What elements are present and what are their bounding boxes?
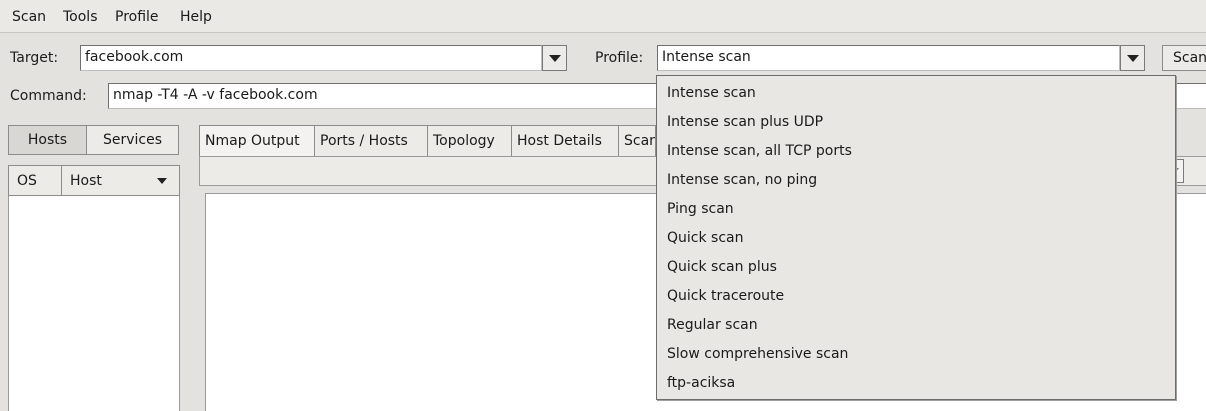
menu-scan[interactable]: Scan bbox=[12, 9, 46, 25]
menu-help[interactable]: Help bbox=[180, 9, 212, 25]
hosts-tab[interactable]: Hosts bbox=[8, 125, 87, 155]
tab-nmap-output[interactable]: Nmap Output bbox=[199, 125, 315, 156]
profile-option-ftp-aciksa[interactable]: ftp-aciksa bbox=[667, 375, 735, 391]
scan-button[interactable]: Scan bbox=[1162, 45, 1206, 71]
host-column-label: Host bbox=[70, 172, 102, 189]
target-label: Target: bbox=[10, 50, 59, 66]
target-input[interactable]: facebook.com bbox=[80, 45, 542, 71]
profile-option-intense-scan[interactable]: Intense scan bbox=[667, 85, 756, 101]
profile-option-slow-comprehensive-scan[interactable]: Slow comprehensive scan bbox=[667, 346, 848, 362]
profile-label: Profile: bbox=[595, 50, 644, 66]
profile-option-ping-scan[interactable]: Ping scan bbox=[667, 201, 734, 217]
services-tab[interactable]: Services bbox=[86, 125, 179, 155]
profile-option-quick-scan-plus[interactable]: Quick scan plus bbox=[667, 259, 777, 275]
profile-option-intense-scan-plus-udp[interactable]: Intense scan plus UDP bbox=[667, 114, 823, 130]
target-dropdown-button[interactable] bbox=[542, 45, 567, 71]
tab-host-details[interactable]: Host Details bbox=[511, 125, 619, 156]
host-list[interactable] bbox=[8, 165, 180, 411]
profile-dropdown-button[interactable] bbox=[1120, 45, 1145, 71]
profile-option-intense-scan-no-ping[interactable]: Intense scan, no ping bbox=[667, 172, 817, 188]
profile-input[interactable]: Intense scan bbox=[657, 45, 1120, 71]
profile-option-quick-scan[interactable]: Quick scan bbox=[667, 230, 743, 246]
menubar: Scan Tools Profile Help bbox=[0, 0, 1206, 33]
tab-ports-hosts[interactable]: Ports / Hosts bbox=[314, 125, 428, 156]
tab-scans[interactable]: Scan bbox=[618, 125, 656, 156]
profile-option-intense-scan-all-tcp[interactable]: Intense scan, all TCP ports bbox=[667, 143, 852, 159]
sort-down-icon bbox=[157, 178, 167, 184]
profile-option-quick-traceroute[interactable]: Quick traceroute bbox=[667, 288, 784, 304]
os-column-header[interactable]: OS bbox=[8, 165, 62, 196]
tab-topology[interactable]: Topology bbox=[427, 125, 512, 156]
profile-dropdown-menu: Intense scan Intense scan plus UDP Inten… bbox=[656, 75, 1176, 400]
host-column-header[interactable]: Host bbox=[61, 165, 180, 196]
chevron-down-icon bbox=[1126, 54, 1139, 62]
chevron-down-icon bbox=[548, 54, 561, 62]
menu-tools[interactable]: Tools bbox=[63, 9, 98, 25]
command-label: Command: bbox=[10, 88, 87, 104]
menu-profile[interactable]: Profile bbox=[115, 9, 159, 25]
profile-option-regular-scan[interactable]: Regular scan bbox=[667, 317, 758, 333]
